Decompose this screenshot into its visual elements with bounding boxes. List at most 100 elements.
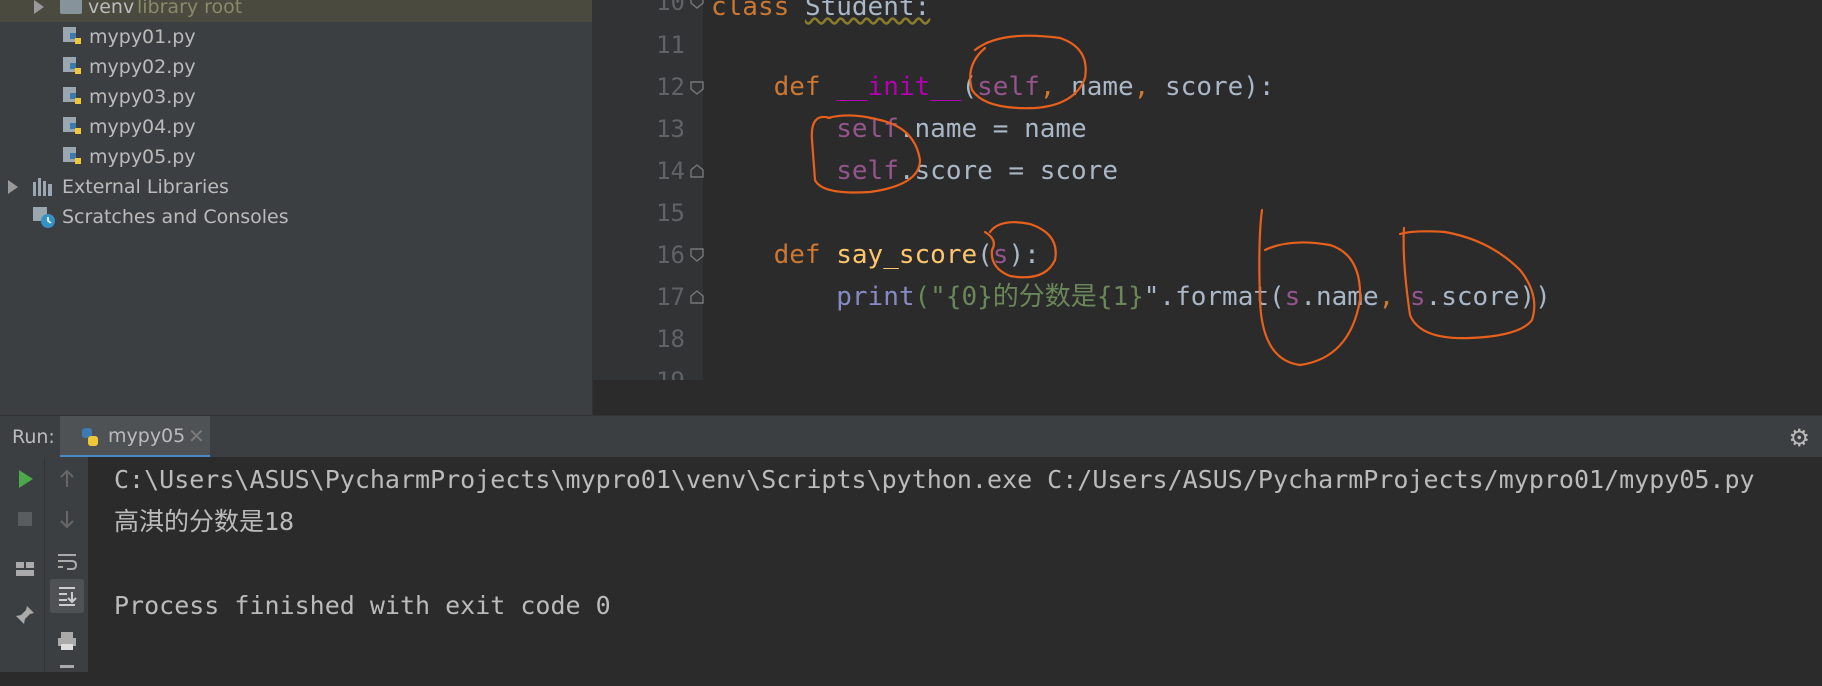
python-file-icon xyxy=(63,147,81,164)
keyword: def xyxy=(773,240,821,270)
code-area[interactable]: class Student: def __init__(self, name, … xyxy=(711,0,1551,312)
scratches-icon xyxy=(33,207,55,228)
run-toolbar xyxy=(0,457,88,672)
code-line-14: self.score = score xyxy=(711,150,1118,192)
layout-icon[interactable] xyxy=(10,557,40,581)
string: (" xyxy=(914,282,946,312)
python-file-icon xyxy=(63,117,81,134)
line-number: 17 xyxy=(656,283,685,311)
code-text: .score = score xyxy=(898,156,1119,186)
python-icon xyxy=(82,428,98,446)
tree-item-label: mypy03.py xyxy=(89,86,196,108)
console-line: 高淇的分数是18 xyxy=(114,507,295,536)
print-icon[interactable] xyxy=(52,629,82,653)
python-file-icon xyxy=(63,27,81,44)
paren: ): xyxy=(1243,72,1275,102)
comma: , xyxy=(1378,282,1395,312)
expand-arrow-icon[interactable] xyxy=(34,0,44,14)
close-icon[interactable]: ✕ xyxy=(188,424,205,448)
pin-icon[interactable] xyxy=(10,603,40,627)
tree-item-label: mypy05.py xyxy=(89,146,196,168)
function-name: say_score xyxy=(820,240,978,270)
editor-gutter: 10 11 12 13 14 15 16 17 18 19 xyxy=(593,0,705,380)
line-number: 13 xyxy=(656,115,685,143)
line-number: 12 xyxy=(656,73,685,101)
param: s xyxy=(1409,282,1426,312)
project-panel: venv library root mypy01.py mypy02.py my… xyxy=(0,0,593,415)
magic-method: __init__ xyxy=(836,72,962,102)
param: s xyxy=(1284,282,1301,312)
rerun-icon[interactable] xyxy=(10,467,40,491)
string: {1} xyxy=(1096,282,1144,312)
self-param: self xyxy=(977,72,1040,102)
tree-item-label: mypy02.py xyxy=(89,56,196,78)
param: score xyxy=(1149,72,1244,102)
tree-item-label: External Libraries xyxy=(62,176,229,198)
arrow-down-icon[interactable] xyxy=(52,507,82,531)
python-file-icon xyxy=(63,87,81,104)
code-line-13: self.name = name xyxy=(711,108,1087,150)
delete-icon[interactable] xyxy=(52,662,82,686)
line-number: 18 xyxy=(656,325,685,353)
python-file-icon xyxy=(63,57,81,74)
fold-end-icon[interactable] xyxy=(689,163,705,179)
stop-icon[interactable] xyxy=(10,507,40,531)
paren: )) xyxy=(1519,282,1551,312)
run-toolwindow-header: Run: mypy05 ✕ ⚙ xyxy=(0,415,1822,458)
run-console[interactable]: C:\Users\ASUS\PycharmProjects\mypro01\ve… xyxy=(88,457,1822,672)
gear-icon[interactable]: ⚙ xyxy=(1788,424,1810,452)
tree-item-label: venv xyxy=(88,0,135,18)
code-text: ".format( xyxy=(1143,282,1285,312)
keyword: class xyxy=(711,0,790,22)
tree-item-label: mypy04.py xyxy=(89,116,196,138)
code-line-16: def say_score(s): xyxy=(711,234,1040,276)
code-text: .score xyxy=(1425,282,1520,312)
arrow-up-icon[interactable] xyxy=(52,467,82,491)
folder-icon xyxy=(60,0,82,14)
console-line: Process finished with exit code 0 xyxy=(114,591,611,620)
fold-icon[interactable] xyxy=(689,0,705,10)
line-number: 11 xyxy=(656,31,685,59)
fold-end-icon[interactable] xyxy=(689,289,705,305)
paren: ): xyxy=(1008,240,1040,270)
tree-item-label: Scratches and Consoles xyxy=(62,206,289,228)
tree-item-venv[interactable]: venv library root xyxy=(0,0,592,22)
library-icon xyxy=(33,178,52,196)
tree-item-label: mypy01.py xyxy=(89,26,196,48)
comma: , xyxy=(1039,72,1056,102)
param: name xyxy=(1055,72,1134,102)
line-number: 15 xyxy=(656,199,685,227)
code-text: .name xyxy=(1300,282,1379,312)
line-number: 19 xyxy=(625,367,685,380)
line-number: 14 xyxy=(656,157,685,185)
code-text: .name = name xyxy=(898,114,1087,144)
paren: ( xyxy=(961,72,978,102)
fold-icon[interactable] xyxy=(689,80,705,96)
scroll-to-end-icon xyxy=(59,587,77,606)
string: 的分数是 xyxy=(992,282,1097,312)
tree-item-suffix: library root xyxy=(137,0,243,18)
run-tab-mypy05[interactable]: mypy05 ✕ xyxy=(60,416,210,458)
line-number: 10 xyxy=(656,0,685,16)
fold-icon[interactable] xyxy=(689,247,705,263)
self-ref: self xyxy=(836,156,899,186)
run-label: Run: xyxy=(12,426,55,448)
self-ref: self xyxy=(836,114,899,144)
class-name: Student: xyxy=(804,0,931,22)
code-line-10: class Student: xyxy=(711,0,930,28)
line-number: 16 xyxy=(656,241,685,269)
string: {0} xyxy=(945,282,993,312)
run-tab-label: mypy05 xyxy=(108,425,186,447)
expand-arrow-icon[interactable] xyxy=(8,180,18,194)
console-line: C:\Users\ASUS\PycharmProjects\mypro01\ve… xyxy=(114,465,1755,494)
scroll-to-end-button[interactable] xyxy=(50,579,84,613)
paren: ( xyxy=(977,240,993,270)
code-line-17: print("{0}的分数是{1}".format(s.name, s.scor… xyxy=(711,276,1551,318)
param: s xyxy=(992,240,1009,270)
comma: , xyxy=(1133,72,1150,102)
code-line-12: def __init__(self, name, score): xyxy=(711,66,1275,108)
keyword: def xyxy=(773,72,821,102)
soft-wrap-icon[interactable] xyxy=(52,549,82,573)
code-editor[interactable]: 10 11 12 13 14 15 16 17 18 19 class Stud… xyxy=(593,0,1822,380)
